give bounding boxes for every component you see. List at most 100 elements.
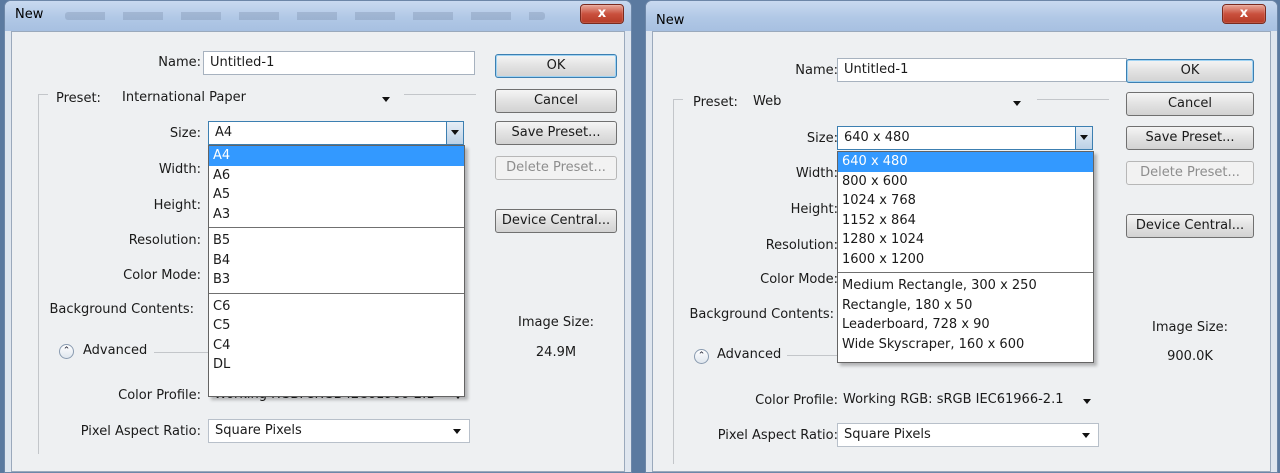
resolution-label: Resolution: [128,233,201,248]
size-option-b5[interactable]: B5 [209,231,464,251]
image-size-value: 900.0K [1167,349,1213,364]
pixel-aspect-label: Pixel Aspect Ratio: [80,424,201,439]
color-profile-value: Working RGB: sRGB IEC61966-2.1 [843,392,1064,407]
size-option-a5[interactable]: A5 [209,185,464,205]
image-size-label: Image Size: [518,315,594,330]
size-option-1024x768[interactable]: 1024 x 768 [838,191,1093,211]
name-input[interactable]: Untitled-1 [203,51,475,75]
dropdown-arrow-icon[interactable] [446,122,463,144]
save-preset-button[interactable]: Save Preset... [1126,126,1254,150]
size-option-wide-skyscraper[interactable]: Wide Skyscraper, 160 x 600 [838,335,1093,355]
dropdown-arrow-icon[interactable] [1075,127,1092,149]
delete-preset-button[interactable]: Delete Preset... [1126,161,1254,185]
preset-group-border-right [1037,99,1109,100]
pixel-aspect-select[interactable]: Square Pixels [837,423,1099,447]
name-label: Name: [795,63,838,78]
preset-select[interactable]: Web [747,92,1029,114]
device-central-button[interactable]: Device Central... [495,209,617,233]
preset-group-border-left [38,94,48,95]
pixel-aspect-label: Pixel Aspect Ratio: [717,428,838,443]
preset-select-value: Web [753,94,782,109]
size-option-640x480[interactable]: 640 x 480 [838,152,1093,172]
title-bar[interactable]: New x [5,1,631,31]
background-toolbar-ghost [65,12,545,20]
size-select[interactable]: A4 [208,121,464,145]
background-contents-label: Background Contents: [49,302,194,317]
preset-label: Preset: [693,95,738,110]
color-mode-label: Color Mode: [760,272,838,287]
dropdown-separator [838,272,1093,273]
advanced-toggle-icon[interactable]: ⌃ [59,344,74,359]
chevron-down-icon [1083,399,1091,404]
size-option-a6[interactable]: A6 [209,166,464,186]
chevron-down-icon [453,429,461,434]
width-label: Width: [795,166,838,181]
advanced-separator [787,355,837,356]
window-title: New [656,13,685,28]
size-option-b4[interactable]: B4 [209,251,464,271]
chevron-down-icon [382,97,390,102]
dialog-body: Name: Untitled-1 Preset: Web Size: 640 x… [652,31,1271,472]
height-label: Height: [790,202,838,217]
dropdown-separator [209,227,464,228]
new-dialog-web: New x Name: Untitled-1 Preset: Web Size:… [645,0,1278,473]
preset-group-border-right [404,94,476,95]
color-mode-label: Color Mode: [123,268,201,283]
size-option-rectangle[interactable]: Rectangle, 180 x 50 [838,296,1093,316]
size-label: Size: [806,131,838,146]
size-option-a3[interactable]: A3 [209,205,464,225]
height-label: Height: [153,198,201,213]
ok-button[interactable]: OK [1126,59,1254,83]
preset-group-border-side [673,99,674,464]
close-button[interactable]: x [580,4,624,24]
width-label: Width: [158,162,201,177]
size-option-dl[interactable]: DL [209,355,464,375]
size-option-c6[interactable]: C6 [209,297,464,317]
new-dialog-international-paper: New x Name: Untitled-1 Preset: Internati… [4,0,632,473]
size-select-value: 640 x 480 [844,130,910,145]
advanced-toggle-icon[interactable]: ⌃ [694,349,709,364]
size-option-a4[interactable]: A4 [209,146,464,166]
size-select[interactable]: 640 x 480 [837,126,1093,150]
color-profile-select[interactable]: Working RGB: sRGB IEC61966-2.1 [837,390,1099,412]
advanced-label[interactable]: Advanced [717,347,781,362]
size-option-c4[interactable]: C4 [209,336,464,356]
advanced-label[interactable]: Advanced [83,343,147,358]
advanced-separator [154,352,210,353]
device-central-button[interactable]: Device Central... [1126,214,1254,238]
size-option-1280x1024[interactable]: 1280 x 1024 [838,230,1093,250]
size-option-1600x1200[interactable]: 1600 x 1200 [838,250,1093,270]
chevron-down-icon [1013,101,1021,106]
cancel-button[interactable]: Cancel [1126,92,1254,116]
image-size-value: 24.9M [535,345,577,360]
delete-preset-button[interactable]: Delete Preset... [495,156,617,180]
color-profile-label: Color Profile: [118,388,201,403]
color-profile-label: Color Profile: [755,393,838,408]
size-dropdown-list: 640 x 480 800 x 600 1024 x 768 1152 x 86… [837,151,1094,363]
cancel-button[interactable]: Cancel [495,89,617,113]
pixel-aspect-select[interactable]: Square Pixels [208,419,470,443]
size-select-value: A4 [215,125,233,140]
window-title: New [15,7,44,22]
size-dropdown-list: A4 A6 A5 A3 B5 B4 B3 C6 C5 C4 DL [208,145,465,397]
size-option-1152x864[interactable]: 1152 x 864 [838,211,1093,231]
size-option-800x600[interactable]: 800 x 600 [838,172,1093,192]
ok-button[interactable]: OK [495,54,617,78]
preset-group-border-left [673,99,683,100]
pixel-aspect-value: Square Pixels [215,423,302,438]
size-option-c5[interactable]: C5 [209,316,464,336]
name-input[interactable]: Untitled-1 [837,58,1127,82]
chevron-down-icon [1082,433,1090,438]
size-option-leaderboard[interactable]: Leaderboard, 728 x 90 [838,315,1093,335]
dropdown-separator [209,292,464,294]
preset-select-value: International Paper [122,90,246,105]
save-preset-button[interactable]: Save Preset... [495,121,617,145]
name-label: Name: [158,55,201,70]
preset-select[interactable]: International Paper [116,88,398,110]
size-option-medium-rectangle[interactable]: Medium Rectangle, 300 x 250 [838,276,1093,296]
size-option-b3[interactable]: B3 [209,270,464,290]
background-contents-label: Background Contents: [689,307,834,322]
image-size-label: Image Size: [1152,320,1228,335]
close-button[interactable]: x [1222,4,1266,24]
title-bar[interactable]: New x [646,1,1277,31]
